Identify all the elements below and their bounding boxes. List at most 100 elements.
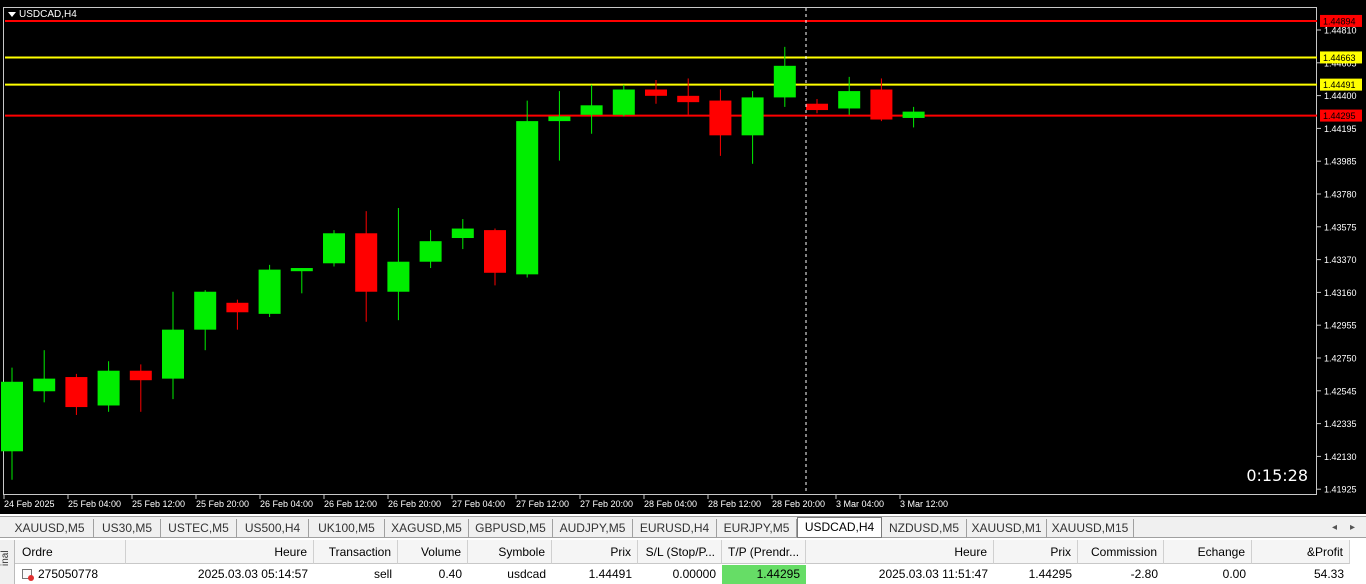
column-header-stop-loss[interactable]: S/L (Stop/P... — [638, 540, 722, 564]
time-tick-label: 25 Feb 12:00 — [132, 499, 185, 509]
price-tick-label: 1.42545 — [1324, 386, 1357, 396]
tab-scroll-left-icon[interactable]: ◂ — [1332, 519, 1337, 537]
time-tick-label: 26 Feb 20:00 — [388, 499, 441, 509]
candle-body — [645, 89, 667, 96]
time-tick-label: 27 Feb 20:00 — [580, 499, 633, 509]
price-tick-label: 1.41925 — [1324, 485, 1357, 495]
price-tick-label: 1.44810 — [1324, 26, 1357, 36]
price-tick-label: 1.44400 — [1324, 91, 1357, 101]
time-tick-label: 27 Feb 12:00 — [516, 499, 569, 509]
candle-body — [129, 370, 152, 381]
candle-body — [258, 269, 281, 314]
column-header-volume[interactable]: Volume — [398, 540, 468, 564]
column-header-order[interactable]: Ordre — [14, 540, 126, 564]
time-tick-label: 25 Feb 04:00 — [68, 499, 121, 509]
symbol-tab-xauusd-m1[interactable]: XAUUSD,M1 — [967, 519, 1047, 537]
candle-body — [806, 103, 828, 111]
price-level-label: 1.44491 — [1323, 80, 1356, 90]
candle-body — [773, 65, 796, 98]
symbol-tab-usdcad-h4[interactable]: USDCAD,H4 — [797, 517, 882, 538]
candle-body — [677, 95, 700, 103]
price-tick-label: 1.43370 — [1324, 255, 1357, 265]
cell-take-profit[interactable]: 1.44295 — [722, 565, 806, 584]
symbol-tab-eurusd-h4[interactable]: EURUSD,H4 — [633, 519, 717, 537]
candle-body — [516, 121, 539, 275]
tab-scroll-right-icon[interactable]: ▸ — [1350, 519, 1355, 537]
time-tick-label: 27 Feb 04:00 — [452, 499, 505, 509]
symbol-tab-us500-h4[interactable]: US500,H4 — [237, 519, 309, 537]
column-header-symbol[interactable]: Symbole — [468, 540, 552, 564]
symbol-tab-audjpy-m5[interactable]: AUDJPY,M5 — [553, 519, 633, 537]
time-tick-label: 28 Feb 20:00 — [772, 499, 825, 509]
symbol-tab-us30-m5[interactable]: US30,M5 — [94, 519, 161, 537]
cell-close-time[interactable]: 2025.03.03 11:51:47 — [806, 565, 994, 584]
column-header-transaction[interactable]: Transaction — [314, 540, 398, 564]
symbol-tab-xagusd-m5[interactable]: XAGUSD,M5 — [385, 519, 469, 537]
column-header-swap[interactable]: Echange — [1164, 540, 1252, 564]
cell-symbol[interactable]: usdcad — [468, 565, 552, 584]
cell-open-time[interactable]: 2025.03.03 05:14:57 — [126, 565, 314, 584]
candle-body — [355, 233, 378, 292]
cell-swap[interactable]: 0.00 — [1164, 565, 1252, 584]
cell-stop-loss[interactable]: 0.00000 — [638, 565, 722, 584]
candle-body — [162, 329, 184, 379]
candle-body — [709, 100, 732, 136]
time-tick-label: 3 Mar 04:00 — [836, 499, 884, 509]
trade-table: Ordre 275050778 Heure 2025.03.03 05:14:57 Tr… — [0, 540, 1366, 584]
dropdown-triangle-icon[interactable] — [8, 12, 16, 17]
price-level-label: 1.44295 — [1323, 111, 1356, 121]
chart-svg[interactable]: 1.448101.446051.444001.441951.439851.437… — [0, 0, 1366, 514]
symbol-tab-eurjpy-m5[interactable]: EURJPY,M5 — [717, 519, 797, 537]
candle-body — [548, 116, 571, 122]
symbol-tab-gbpusd-m5[interactable]: GBPUSD,M5 — [469, 519, 553, 537]
order-status-icon — [22, 569, 34, 581]
symbol-tab-nzdusd-m5[interactable]: NZDUSD,M5 — [882, 519, 967, 537]
terminal-side-strip[interactable]: inal — [0, 540, 15, 584]
candle-body — [194, 291, 217, 330]
column-header-commission[interactable]: Commission — [1078, 540, 1164, 564]
column-header-take-profit[interactable]: T/P (Prendr... — [722, 540, 806, 564]
cell-profit[interactable]: 54.33 — [1252, 565, 1350, 584]
candle-body — [1, 381, 23, 452]
symbol-tab-uk100-m5[interactable]: UK100,M5 — [309, 519, 385, 537]
candle-body — [226, 302, 249, 313]
cell-volume[interactable]: 0.40 — [398, 565, 468, 584]
cell-transaction[interactable]: sell — [314, 565, 398, 584]
candle-body — [580, 105, 603, 115]
price-tick-label: 1.42335 — [1324, 419, 1357, 429]
candle-body — [451, 228, 474, 239]
cell-commission[interactable]: -2.80 — [1078, 565, 1164, 584]
symbol-tab-xauusd-m5[interactable]: XAUUSD,M5 — [6, 519, 94, 537]
cell-price[interactable]: 1.44491 — [552, 565, 638, 584]
price-tick-label: 1.42750 — [1324, 354, 1357, 364]
column-header-close-price[interactable]: Prix — [994, 540, 1078, 564]
symbol-tab-ustec-m5[interactable]: USTEC,M5 — [161, 519, 237, 537]
price-tick-label: 1.44195 — [1324, 124, 1357, 134]
chart-title-text: USDCAD,H4 — [19, 9, 77, 20]
column-header-close-time[interactable]: Heure — [806, 540, 994, 564]
column-header-profit[interactable]: &Profit — [1252, 540, 1350, 564]
candle-body — [419, 241, 442, 262]
column-header-price[interactable]: Prix — [552, 540, 638, 564]
cell-order[interactable]: 275050778 — [14, 565, 126, 584]
column-header-open-time[interactable]: Heure — [126, 540, 314, 564]
time-tick-label: 28 Feb 12:00 — [708, 499, 761, 509]
time-tick-label: 28 Feb 04:00 — [644, 499, 697, 509]
symbol-tab-bar: XAUUSD,M5 US30,M5 USTEC,M5 US500,H4 UK100,M5… — [0, 516, 1366, 538]
chart-title[interactable]: USDCAD,H4 — [8, 9, 77, 20]
candle-body — [97, 370, 120, 406]
cell-close-price[interactable]: 1.44295 — [994, 565, 1078, 584]
symbol-tab-xauusd-m15[interactable]: XAUUSD,M15 — [1047, 519, 1134, 537]
chart-area[interactable]: USDCAD,H4 1.448101.446051.444001.441951.… — [0, 0, 1366, 514]
price-tick-label: 1.43780 — [1324, 190, 1357, 200]
candle-body — [323, 233, 345, 264]
price-tick-label: 1.43575 — [1324, 222, 1357, 232]
price-tick-label: 1.43160 — [1324, 288, 1357, 298]
time-tick-label: 24 Feb 2025 — [4, 499, 55, 509]
bar-countdown: 0:15:28 — [1246, 466, 1308, 485]
price-tick-label: 1.42130 — [1324, 452, 1357, 462]
price-tick-label: 1.42955 — [1324, 321, 1357, 331]
candle-body — [387, 261, 410, 292]
price-level-label: 1.44663 — [1323, 53, 1356, 63]
candle-body — [870, 89, 893, 120]
